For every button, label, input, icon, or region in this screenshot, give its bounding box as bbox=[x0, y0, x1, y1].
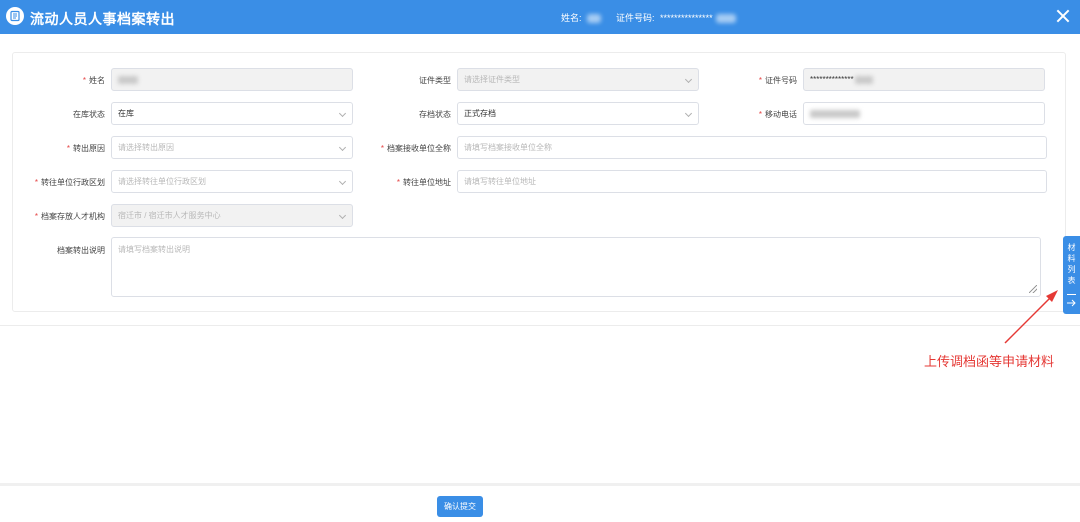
chevron-down-icon bbox=[338, 177, 347, 186]
submit-button[interactable]: 确认提交 bbox=[437, 496, 483, 517]
material-list-tab-char: 表 bbox=[1067, 276, 1076, 285]
chevron-down-icon bbox=[338, 211, 347, 220]
header-id-value: *************** bbox=[660, 13, 713, 23]
receiver-name-input[interactable]: 请填写档案接收单位全称 bbox=[457, 136, 1047, 159]
chevron-down-icon bbox=[684, 75, 693, 84]
chevron-down-icon bbox=[338, 143, 347, 152]
holding-agency-label: * 档案存放人才机构 bbox=[34, 212, 105, 221]
chevron-down-icon bbox=[338, 109, 347, 118]
receiver-name-label: * 档案接收单位全称 bbox=[380, 144, 451, 153]
document-list-icon bbox=[6, 7, 24, 25]
form-area: * 姓名 证件类型 请选择证件类型 * 证件号码 ************** 在库… bbox=[0, 40, 1080, 326]
header-id-redacted bbox=[716, 14, 737, 24]
tab-divider bbox=[1067, 294, 1076, 295]
page-title: 流动人员人事档案转出 bbox=[30, 11, 175, 27]
material-list-tab-char: 列 bbox=[1067, 265, 1076, 274]
resize-handle-icon[interactable] bbox=[1029, 285, 1037, 293]
annotation-text: 上传调档函等申请材料 bbox=[924, 354, 1055, 369]
mobile-label: * 移动电话 bbox=[758, 110, 797, 119]
material-list-tab-char: 料 bbox=[1067, 254, 1076, 263]
id-number-field[interactable]: ************** bbox=[803, 68, 1045, 91]
header-name-redacted bbox=[587, 14, 602, 24]
holding-agency-select[interactable]: 宿迁市 / 宿迁市人才服务中心 bbox=[111, 204, 353, 227]
id-number-label: * 证件号码 bbox=[758, 76, 797, 85]
name-field[interactable] bbox=[111, 68, 353, 91]
id-type-select[interactable]: 请选择证件类型 bbox=[457, 68, 699, 91]
header-name-label: 姓名: bbox=[561, 13, 582, 23]
transfer-reason-label: * 转出原因 bbox=[66, 144, 105, 153]
dest-region-label: * 转往单位行政区划 bbox=[34, 178, 105, 187]
storage-status-select[interactable]: 在库 bbox=[111, 102, 353, 125]
material-list-tab[interactable]: 材料列表 bbox=[1063, 236, 1080, 314]
dest-address-input[interactable]: 请填写转往单位地址 bbox=[457, 170, 1047, 193]
header-name: 姓名: bbox=[561, 11, 602, 24]
archive-status-label: 存档状态 bbox=[419, 110, 451, 119]
page-header: 流动人员人事档案转出 姓名: 证件号码: *************** bbox=[0, 0, 1080, 34]
chevron-down-icon bbox=[684, 109, 693, 118]
dest-address-label: * 转往单位地址 bbox=[396, 178, 451, 187]
transfer-note-textarea[interactable]: 请填写档案转出说明 bbox=[111, 237, 1041, 297]
close-icon[interactable] bbox=[1055, 8, 1071, 24]
page-footer: 确认提交 bbox=[0, 483, 1080, 522]
header-id-label: 证件号码: bbox=[616, 13, 655, 23]
transfer-note-label: 档案转出说明 bbox=[57, 246, 105, 255]
form-card: * 姓名 证件类型 请选择证件类型 * 证件号码 ************** 在库… bbox=[12, 52, 1066, 312]
header-id: 证件号码: *************** bbox=[616, 11, 737, 24]
mobile-field[interactable] bbox=[803, 102, 1045, 125]
material-list-tab-char: 材 bbox=[1067, 243, 1076, 252]
id-type-label: 证件类型 bbox=[419, 76, 451, 85]
transfer-reason-select[interactable]: 请选择转出原因 bbox=[111, 136, 353, 159]
storage-status-label: 在库状态 bbox=[73, 110, 105, 119]
archive-status-select[interactable]: 正式存档 bbox=[457, 102, 699, 125]
arrow-right-icon bbox=[1067, 299, 1076, 307]
material-list-tab-label: 材料列表 bbox=[1063, 236, 1080, 286]
dest-region-select[interactable]: 请选择转往单位行政区划 bbox=[111, 170, 353, 193]
name-label: * 姓名 bbox=[82, 76, 105, 85]
